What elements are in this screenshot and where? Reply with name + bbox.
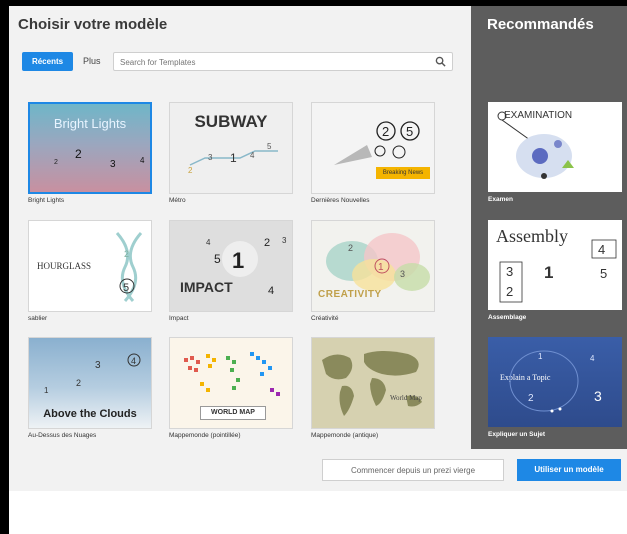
svg-text:3: 3 [282, 236, 287, 245]
template-card-bright-lights[interactable]: Bright Lights 2 2 3 4 Bright Lights [28, 102, 152, 213]
svg-text:3: 3 [506, 264, 513, 279]
template-label: Dernières Nouvelles [311, 197, 370, 204]
template-chooser-dialog: Choisir votre modèle Récents Plus Bright… [9, 6, 627, 534]
template-label: Assemblage [488, 314, 527, 321]
thumbnail-decoration: 2 2 3 4 [54, 147, 145, 170]
recommended-card-examination[interactable]: EXAMINATION Examen [488, 102, 622, 210]
svg-text:1: 1 [538, 352, 543, 361]
template-label: Créativité [311, 315, 339, 322]
template-thumbnail: HOURGLASS 2 5 [28, 220, 152, 312]
template-thumbnail: IMPACT 1 4 5 2 3 4 [169, 220, 293, 312]
template-card-above-clouds[interactable]: 3 4 1 2 Above the Clouds Au-Dessus des N… [28, 337, 152, 448]
svg-text:5: 5 [406, 124, 413, 139]
svg-text:4: 4 [268, 285, 274, 297]
search-input[interactable] [118, 54, 422, 71]
thumbnail-decoration: 1 4 2 3 [509, 350, 602, 413]
svg-text:2: 2 [124, 249, 129, 259]
template-label: Examen [488, 196, 513, 203]
tab-recent[interactable]: Récents [22, 52, 73, 71]
template-label: Expliquer un Sujet [488, 431, 546, 438]
template-thumbnail: EXAMINATION [488, 102, 622, 192]
templates-panel: Choisir votre modèle Récents Plus Bright… [9, 6, 471, 449]
thumbnail-title: Above the Clouds [43, 408, 137, 420]
svg-text:5: 5 [600, 266, 607, 281]
svg-text:3: 3 [208, 153, 213, 162]
svg-text:1: 1 [378, 262, 384, 273]
template-card-dotted-world-map[interactable]: WORLD MAP Mappemonde (pointillée) [169, 337, 293, 448]
svg-text:2: 2 [348, 243, 353, 253]
thumbnail-title: CREATIVITY [318, 289, 382, 300]
thumbnail-decoration: 4 3 1 5 2 [499, 239, 617, 303]
svg-text:2: 2 [188, 166, 193, 175]
template-label: Métro [169, 197, 186, 204]
svg-text:2: 2 [54, 159, 58, 166]
svg-text:1: 1 [44, 386, 49, 395]
svg-text:2: 2 [506, 284, 513, 299]
thumbnail-decoration [497, 111, 574, 179]
svg-text:5: 5 [267, 142, 272, 151]
tab-more[interactable]: Plus [83, 52, 101, 71]
svg-text:3: 3 [594, 388, 602, 404]
search-icon[interactable] [435, 56, 446, 67]
template-thumbnail: WORLD MAP [169, 337, 293, 429]
thumbnail-title: Breaking News [376, 167, 430, 179]
svg-text:5: 5 [123, 282, 129, 294]
svg-text:1: 1 [232, 248, 244, 273]
svg-text:5: 5 [214, 252, 221, 266]
template-label: Bright Lights [28, 197, 65, 204]
template-thumbnail: 2 5 Breaking News [311, 102, 435, 194]
recommended-sidebar: Recommandés EXAMINATION Examen Assembly [471, 6, 627, 449]
template-thumbnail: 2 1 3 CREATIVITY [311, 220, 435, 312]
thumbnail-title: WORLD MAP [200, 406, 266, 420]
template-label: Au-Dessus des Nuages [28, 432, 97, 439]
template-thumbnail: Bright Lights 2 2 3 4 [28, 102, 152, 194]
svg-text:4: 4 [250, 151, 255, 160]
start-blank-button[interactable]: Commencer depuis un prezi vierge [322, 459, 504, 481]
template-thumbnail: 3 4 1 2 Above the Clouds [28, 337, 152, 429]
template-thumbnail: SUBWAY 2 3 1 4 5 [169, 102, 293, 194]
template-thumbnail: World Map [311, 337, 435, 429]
svg-text:3: 3 [95, 360, 101, 371]
dialog-footer: Commencer depuis un prezi vierge Utilise… [9, 449, 627, 491]
template-label: Impact [169, 315, 189, 322]
svg-text:3: 3 [400, 269, 405, 279]
svg-text:4: 4 [590, 354, 595, 363]
thumbnail-decoration: 1 4 5 2 3 4 [206, 236, 287, 297]
svg-text:4: 4 [131, 356, 136, 366]
recommended-card-explain-topic[interactable]: Explain a Topic 1 4 2 3 Expliquer un Suj… [488, 337, 622, 445]
template-thumbnail: Explain a Topic 1 4 2 3 [488, 337, 622, 427]
template-label: sablier [28, 315, 48, 322]
template-card-antique-world-map[interactable]: World Map Mappemonde (antique) [311, 337, 435, 448]
recommended-card-assembly[interactable]: Assembly 4 3 1 5 2 Assemblage [488, 220, 622, 328]
template-card-creativity[interactable]: 2 1 3 CREATIVITY Créativité [311, 220, 435, 331]
search-box[interactable] [113, 52, 453, 71]
svg-text:4: 4 [598, 242, 605, 257]
svg-text:2: 2 [76, 378, 81, 388]
template-card-metro[interactable]: SUBWAY 2 3 1 4 5 Métro [169, 102, 293, 213]
thumbnail-decoration: 2 3 1 4 5 [188, 142, 278, 175]
svg-text:2: 2 [75, 147, 82, 161]
template-label: Mappemonde (pointillée) [169, 432, 241, 439]
template-card-impact[interactable]: IMPACT 1 4 5 2 3 4 Impact [169, 220, 293, 331]
template-thumbnail: Assembly 4 3 1 5 2 [488, 220, 622, 310]
thumbnail-decoration [322, 351, 422, 416]
svg-text:1: 1 [230, 151, 237, 165]
template-card-hourglass[interactable]: HOURGLASS 2 5 sablier [28, 220, 152, 331]
thumbnail-decoration: 2 5 [115, 232, 143, 302]
svg-text:2: 2 [528, 393, 534, 404]
svg-text:2: 2 [382, 124, 389, 139]
template-card-breaking-news[interactable]: 2 5 Breaking News Dernières Nouvelles [311, 102, 435, 213]
thumbnail-title: World Map [390, 394, 422, 402]
template-label: Mappemonde (antique) [311, 432, 379, 439]
dialog-title: Choisir votre modèle [18, 16, 168, 33]
use-template-button[interactable]: Utiliser un modèle [517, 459, 621, 481]
svg-text:2: 2 [264, 237, 270, 249]
svg-text:1: 1 [544, 263, 553, 282]
thumbnail-decoration: 2 5 [334, 121, 420, 165]
svg-text:4: 4 [140, 156, 145, 165]
recommended-title: Recommandés [487, 16, 594, 33]
svg-text:4: 4 [206, 238, 211, 247]
svg-text:3: 3 [110, 159, 116, 170]
